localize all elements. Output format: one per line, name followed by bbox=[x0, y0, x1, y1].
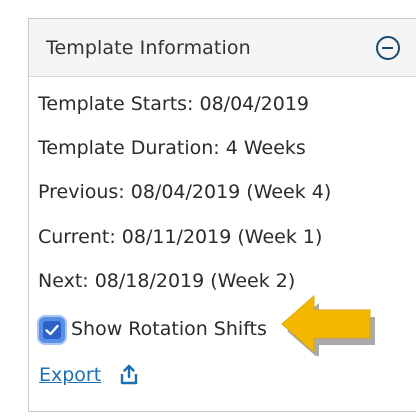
previous-week-text: Previous: 08/04/2019 (Week 4) bbox=[38, 181, 332, 203]
panel-title: Template Information bbox=[46, 37, 251, 59]
current-week-text: Current: 08/11/2019 (Week 1) bbox=[38, 226, 323, 248]
checkmark-icon bbox=[45, 324, 59, 336]
export-link[interactable]: Export bbox=[39, 364, 101, 386]
next-week-text: Next: 08/18/2019 (Week 2) bbox=[38, 270, 296, 292]
template-starts-text: Template Starts: 08/04/2019 bbox=[38, 93, 310, 115]
template-duration-text: Template Duration: 4 Weeks bbox=[38, 137, 306, 159]
share-upload-icon[interactable] bbox=[118, 364, 140, 386]
panel-header: Template Information bbox=[29, 19, 416, 77]
pointer-arrow-icon bbox=[281, 294, 375, 356]
minus-circle-icon bbox=[382, 46, 393, 49]
show-rotation-shifts-label[interactable]: Show Rotation Shifts bbox=[71, 318, 267, 340]
collapse-button[interactable] bbox=[376, 36, 400, 60]
show-rotation-shifts-checkbox[interactable] bbox=[39, 317, 65, 343]
